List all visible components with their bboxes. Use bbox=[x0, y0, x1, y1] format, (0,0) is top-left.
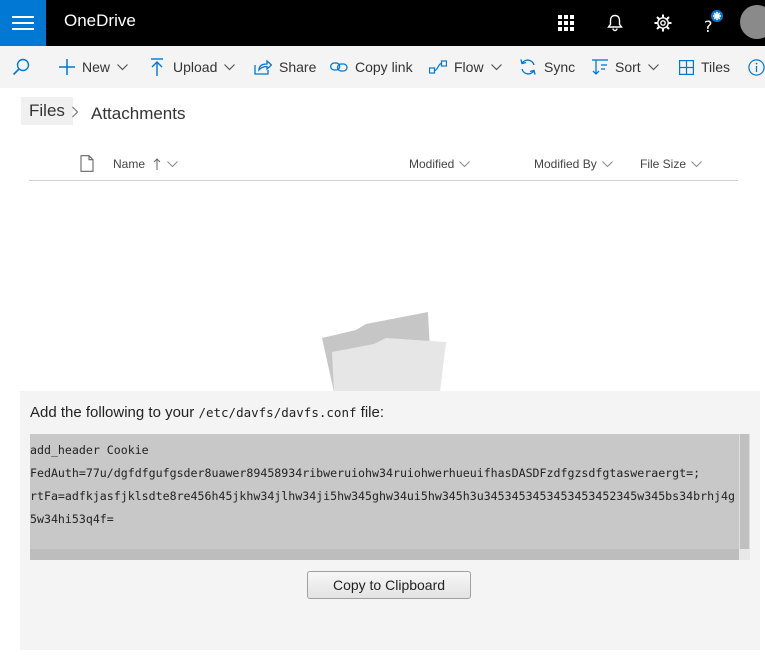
column-modified-label: Modified bbox=[409, 157, 455, 171]
chevron-down-icon bbox=[459, 160, 471, 167]
help-icon: ? bbox=[704, 10, 723, 36]
new-label: New bbox=[82, 59, 111, 75]
upload-button[interactable]: Upload bbox=[150, 46, 236, 88]
copy-link-button[interactable]: Copy link bbox=[330, 46, 413, 88]
bell-icon bbox=[607, 14, 623, 32]
column-header-name[interactable]: Name bbox=[113, 155, 178, 173]
column-header-modified-by[interactable]: Modified By bbox=[534, 155, 613, 173]
search-button[interactable] bbox=[12, 46, 30, 88]
suite-bar: OneDrive ? bbox=[0, 0, 765, 46]
code-vertical-scrollbar[interactable] bbox=[739, 434, 750, 549]
sort-label: Sort bbox=[615, 59, 641, 75]
sync-icon bbox=[520, 59, 536, 75]
app-launcher-button[interactable] bbox=[551, 8, 581, 38]
chevron-down-icon bbox=[167, 160, 178, 167]
column-modified-by-label: Modified By bbox=[534, 157, 597, 171]
waffle-menu-icon bbox=[12, 16, 34, 30]
tiles-label: Tiles bbox=[701, 59, 731, 75]
help-button[interactable]: ? bbox=[697, 8, 727, 38]
column-header-modified[interactable]: Modified bbox=[409, 155, 471, 173]
dialog-title: Add the following to your /etc/davfs/dav… bbox=[30, 404, 384, 421]
chevron-down-icon bbox=[647, 63, 659, 70]
sync-label: Sync bbox=[544, 59, 576, 75]
flow-icon bbox=[429, 60, 447, 74]
info-icon bbox=[748, 58, 765, 76]
search-icon bbox=[12, 58, 30, 76]
sort-button[interactable]: Sort bbox=[592, 46, 659, 88]
link-icon bbox=[330, 62, 348, 72]
header-divider bbox=[29, 180, 738, 181]
chevron-right-icon bbox=[72, 106, 79, 118]
share-icon bbox=[254, 59, 272, 75]
column-header-file-size[interactable]: File Size bbox=[640, 155, 702, 173]
waffle-menu-button[interactable] bbox=[0, 0, 46, 46]
davfs-config-dialog: Add the following to your /etc/davfs/dav… bbox=[20, 391, 760, 650]
document-icon[interactable] bbox=[80, 155, 94, 172]
share-label: Share bbox=[279, 59, 317, 75]
app-launcher-icon bbox=[558, 15, 574, 31]
flow-label: Flow bbox=[454, 59, 484, 75]
plus-icon bbox=[59, 59, 75, 75]
chevron-down-icon bbox=[691, 160, 702, 167]
config-code-text[interactable]: add_header Cookie FedAuth=77u/dgfdfgufgs… bbox=[30, 434, 738, 531]
gear-icon bbox=[654, 14, 672, 32]
chevron-down-icon bbox=[601, 160, 613, 167]
dialog-title-prefix: Add the following to your bbox=[30, 404, 195, 421]
share-button[interactable]: Share bbox=[254, 46, 316, 88]
config-code-box[interactable]: add_header Cookie FedAuth=77u/dgfdfgufgs… bbox=[30, 434, 750, 560]
copy-link-label: Copy link bbox=[355, 59, 413, 75]
svg-text:?: ? bbox=[704, 17, 713, 36]
code-vertical-scroll-thumb[interactable] bbox=[740, 434, 749, 549]
avatar[interactable] bbox=[740, 5, 765, 39]
code-scroll-corner bbox=[739, 549, 750, 560]
chevron-down-icon bbox=[490, 63, 502, 70]
copy-to-clipboard-button[interactable]: Copy to Clipboard bbox=[307, 571, 471, 599]
dialog-title-suffix: file: bbox=[360, 404, 385, 421]
flow-button[interactable]: Flow bbox=[429, 46, 502, 88]
breadcrumb-files[interactable]: Files bbox=[21, 97, 73, 125]
empty-folder-illustration bbox=[322, 312, 446, 392]
column-file-size-label: File Size bbox=[640, 157, 687, 171]
chevron-down-icon bbox=[224, 63, 236, 70]
sort-icon bbox=[592, 59, 608, 75]
breadcrumb-current: Attachments bbox=[91, 104, 186, 123]
app-title[interactable]: OneDrive bbox=[64, 11, 136, 31]
upload-label: Upload bbox=[173, 59, 218, 75]
upload-arrow-icon bbox=[151, 58, 163, 76]
sort-up-arrow-icon bbox=[153, 158, 161, 170]
new-button[interactable]: New bbox=[59, 46, 128, 88]
sync-button[interactable]: Sync bbox=[519, 46, 575, 88]
settings-button[interactable] bbox=[648, 8, 678, 38]
column-name-label: Name bbox=[113, 157, 146, 171]
command-bar: New Upload Share Copy link Flow Sync Sor… bbox=[0, 46, 765, 88]
code-horizontal-scrollbar[interactable] bbox=[30, 549, 739, 560]
tiles-button[interactable]: Tiles bbox=[679, 46, 730, 88]
dialog-title-path: /etc/davfs/davfs.conf bbox=[198, 405, 357, 420]
tiles-icon bbox=[679, 59, 694, 75]
info-button[interactable] bbox=[748, 46, 765, 88]
chevron-down-icon bbox=[117, 63, 128, 70]
notifications-button[interactable] bbox=[600, 8, 630, 38]
